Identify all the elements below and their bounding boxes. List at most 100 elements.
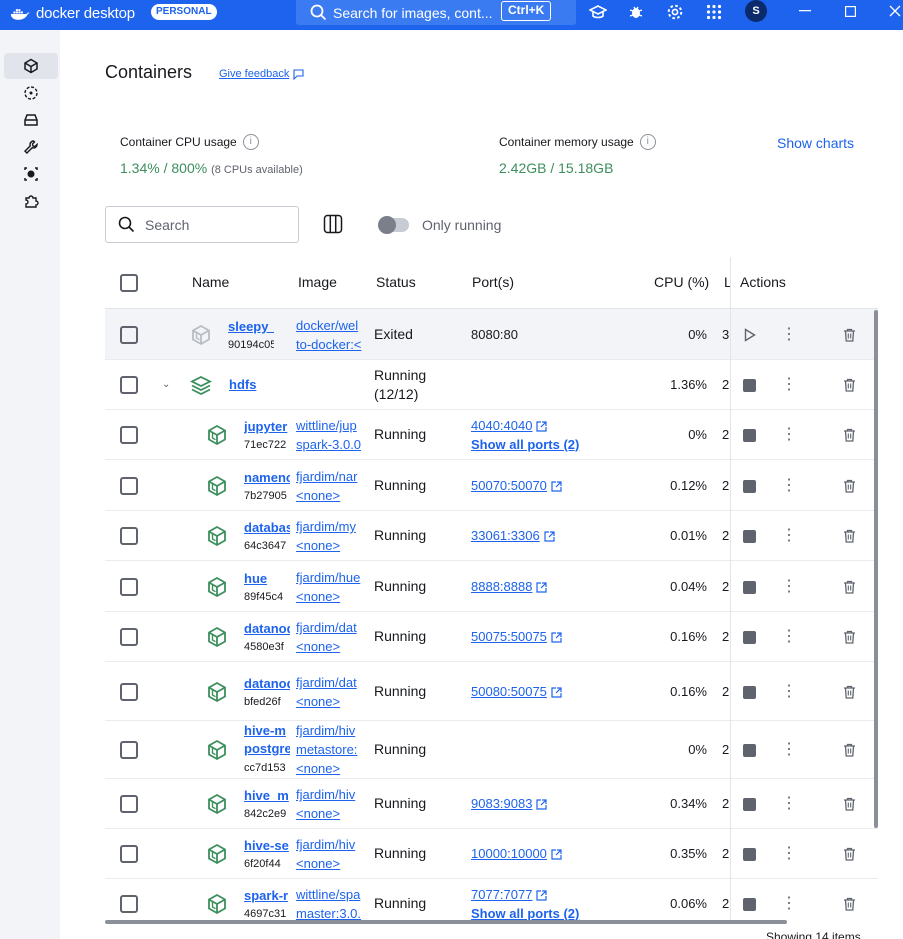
- more-actions-icon[interactable]: ⋮: [781, 896, 797, 912]
- container-name-link[interactable]: hive-m: [244, 723, 290, 738]
- row-checkbox[interactable]: [120, 895, 138, 913]
- port-link[interactable]: 4040:4040: [471, 418, 532, 433]
- delete-trash-icon[interactable]: [843, 479, 856, 498]
- container-search[interactable]: [105, 206, 299, 243]
- sidebar-item-extensions[interactable]: [4, 188, 58, 214]
- open-external-icon[interactable]: [551, 481, 562, 492]
- container-name-link[interactable]: datanode: [244, 621, 290, 636]
- image-link[interactable]: fjardim/dat <none>: [296, 673, 366, 711]
- table-row[interactable]: jupyter 71ec722 wittline/jup spark-3.0.0 Run…: [105, 410, 878, 460]
- table-row[interactable]: hue 89f45c4 fjardim/hue <none> Running 8888:8…: [105, 561, 878, 612]
- more-actions-icon[interactable]: ⋮: [781, 629, 797, 645]
- learning-center-icon[interactable]: [587, 2, 609, 22]
- port-link[interactable]: 50080:50075: [471, 684, 547, 699]
- row-checkbox[interactable]: [120, 845, 138, 863]
- sidebar-item-docker-scout[interactable]: [4, 161, 58, 187]
- compose-group-row[interactable]: ⌄ hdfs Running (12/12) 1.36% 2 ⋮: [105, 360, 878, 410]
- more-actions-icon[interactable]: ⋮: [781, 528, 797, 544]
- delete-trash-icon[interactable]: [843, 630, 856, 649]
- row-checkbox[interactable]: [120, 477, 138, 495]
- compose-group-name-link[interactable]: hdfs: [229, 377, 275, 392]
- image-link[interactable]: fjardim/dat <none>: [296, 618, 366, 656]
- delete-trash-icon[interactable]: [843, 529, 856, 548]
- port-link[interactable]: 8888:8888: [471, 579, 532, 594]
- more-actions-icon[interactable]: ⋮: [781, 579, 797, 595]
- delete-trash-icon[interactable]: [843, 428, 856, 447]
- table-row[interactable]: spark-r 4697c31 wittline/spa master:3.0. Run…: [105, 879, 878, 922]
- table-row[interactable]: datanode 4580e3f fjardim/dat <none> Running 5…: [105, 612, 878, 662]
- open-external-icon[interactable]: [536, 582, 548, 593]
- horizontal-scrollbar[interactable]: [105, 920, 787, 924]
- open-external-icon[interactable]: [536, 799, 548, 810]
- row-checkbox[interactable]: [120, 628, 138, 646]
- troubleshoot-bug-icon[interactable]: [625, 2, 647, 22]
- table-row[interactable]: database 64c3647 fjardim/my <none> Running 33…: [105, 511, 878, 561]
- port-link[interactable]: 7077:7077: [471, 887, 532, 902]
- container-name-link-line2[interactable]: postgre: [244, 741, 290, 756]
- stop-icon[interactable]: [743, 631, 756, 644]
- image-link[interactable]: wittline/spa master:3.0.: [296, 885, 366, 922]
- more-actions-icon[interactable]: ⋮: [781, 427, 797, 443]
- image-link[interactable]: fjardim/my <none>: [296, 517, 366, 555]
- stop-icon[interactable]: [743, 429, 756, 442]
- stop-icon[interactable]: [743, 581, 756, 594]
- stop-icon[interactable]: [743, 379, 756, 392]
- show-all-ports-link[interactable]: Show all ports (2): [471, 435, 579, 454]
- apps-grid-icon[interactable]: [703, 2, 725, 22]
- cpu-info-icon[interactable]: i: [242, 134, 259, 150]
- open-external-icon[interactable]: [551, 632, 562, 643]
- container-search-input[interactable]: [145, 216, 285, 233]
- table-row[interactable]: hive-se 6f20f44 fjardim/hiv <none> Running 10…: [105, 829, 878, 879]
- give-feedback-link[interactable]: Give feedback: [219, 68, 304, 80]
- stop-icon[interactable]: [743, 744, 756, 757]
- column-header-ports[interactable]: Port(s): [472, 274, 514, 290]
- only-running-toggle[interactable]: [378, 216, 409, 234]
- row-checkbox[interactable]: [120, 527, 138, 545]
- start-play-icon[interactable]: [744, 328, 756, 347]
- row-checkbox[interactable]: [120, 683, 138, 701]
- select-all-checkbox[interactable]: [120, 274, 138, 292]
- more-actions-icon[interactable]: ⋮: [781, 796, 797, 812]
- table-row[interactable]: datanode bfed26f fjardim/dat <none> Running 5…: [105, 662, 878, 721]
- stop-icon[interactable]: [743, 686, 756, 699]
- column-header-cpu[interactable]: CPU (%): [654, 274, 709, 290]
- image-link[interactable]: docker/wel to-docker:<: [296, 316, 366, 354]
- row-checkbox[interactable]: [120, 376, 138, 394]
- user-avatar[interactable]: S: [745, 0, 767, 22]
- column-header-status[interactable]: Status: [376, 274, 416, 290]
- image-link[interactable]: fjardim/hue <none>: [296, 568, 366, 606]
- stop-icon[interactable]: [743, 798, 756, 811]
- settings-gear-icon[interactable]: [664, 2, 686, 22]
- sidebar-item-builds[interactable]: [4, 134, 58, 160]
- delete-trash-icon[interactable]: [843, 847, 856, 866]
- container-name-link[interactable]: hive_m: [244, 788, 290, 803]
- container-name-link[interactable]: hue: [244, 571, 290, 586]
- delete-trash-icon[interactable]: [843, 743, 856, 762]
- port-link[interactable]: 33061:3306: [471, 528, 540, 543]
- image-link[interactable]: fjardim/hiv <none>: [296, 835, 366, 873]
- container-name-link[interactable]: jupyter: [244, 419, 290, 434]
- column-header-image[interactable]: Image: [298, 274, 337, 290]
- delete-trash-icon[interactable]: [843, 897, 856, 916]
- port-link[interactable]: 50070:50070: [471, 478, 547, 493]
- table-row[interactable]: hive_m 842c2e9 fjardim/hiv <none> Running 908…: [105, 779, 878, 829]
- delete-trash-icon[interactable]: [843, 685, 856, 704]
- row-checkbox[interactable]: [120, 326, 138, 344]
- column-header-name[interactable]: Name: [192, 274, 229, 290]
- image-link[interactable]: wittline/jup spark-3.0.0: [296, 416, 366, 454]
- image-link[interactable]: fjardim/hiv <none>: [296, 785, 366, 823]
- row-checkbox[interactable]: [120, 741, 138, 759]
- stop-icon[interactable]: [743, 530, 756, 543]
- delete-trash-icon[interactable]: [843, 328, 856, 347]
- chevron-down-icon[interactable]: ⌄: [162, 379, 170, 390]
- row-checkbox[interactable]: [120, 426, 138, 444]
- close-icon[interactable]: [880, 0, 903, 22]
- delete-trash-icon[interactable]: [843, 378, 856, 397]
- open-external-icon[interactable]: [551, 849, 562, 860]
- sidebar-item-images[interactable]: [4, 80, 58, 106]
- columns-toggle-icon[interactable]: [322, 213, 344, 235]
- container-name-link[interactable]: namenode: [244, 470, 290, 485]
- port-link[interactable]: 50075:50075: [471, 629, 547, 644]
- row-checkbox[interactable]: [120, 795, 138, 813]
- delete-trash-icon[interactable]: [843, 580, 856, 599]
